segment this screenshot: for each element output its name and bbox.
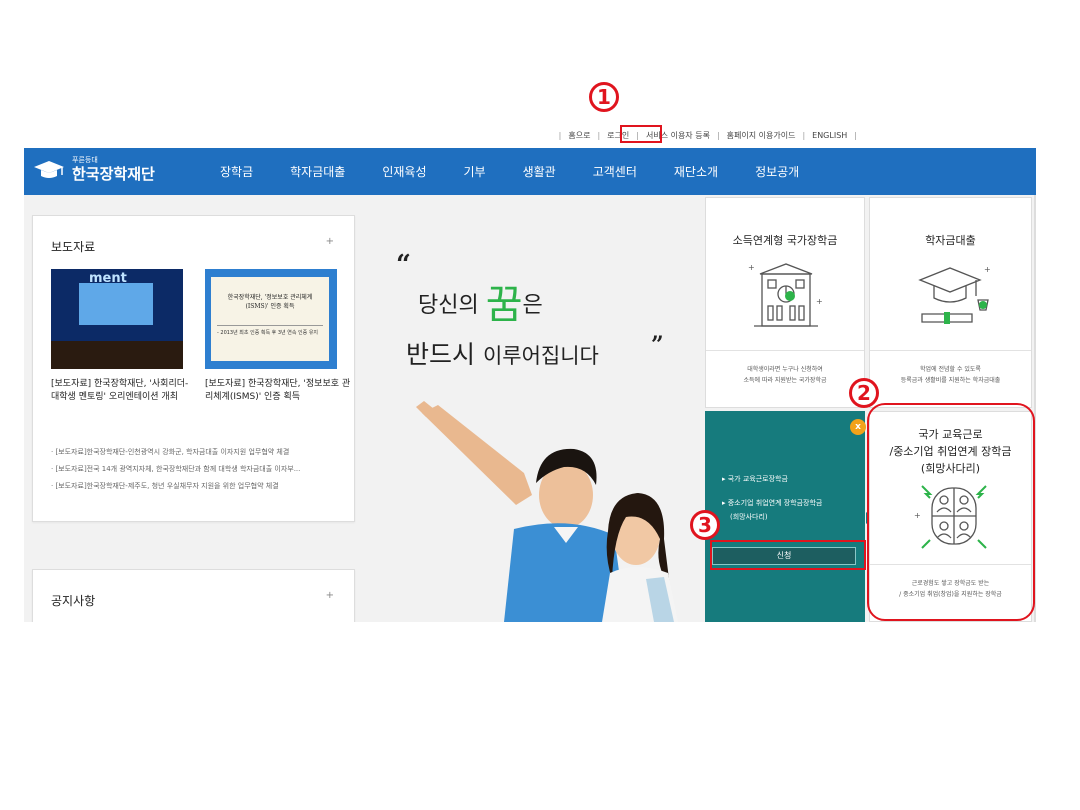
utility-bar: | 홈으로 | 로그인 | 서비스 이용자 등록 | 홈페이지 이용가이드 | …	[24, 124, 1036, 148]
hero-line-1-b: 은	[522, 293, 543, 318]
menu-info[interactable]: 정보공개	[755, 163, 799, 180]
sme-scholarship-sub: (희망사다리)	[730, 513, 768, 521]
work-study-link[interactable]: ▸ 국가 교육근로장학금	[722, 473, 788, 485]
svg-text:+: +	[748, 263, 755, 272]
annotation-hope-ladder-highlight	[867, 403, 1035, 621]
thumbnail-2-subtitle: - 2013년 최초 인증 획득 후 3년 연속 인증 유지	[217, 325, 323, 337]
press-release-title: 보도자료	[51, 240, 96, 254]
hero-line-2-a: 반드시	[406, 340, 483, 369]
notice-card: 공지사항 +	[32, 569, 355, 622]
main-nav: 푸른등대 한국장학재단 장학금 학자금대출 인재육성 기부 생활관 고객센터 재…	[24, 148, 1036, 195]
press-thumbnail-1[interactable]: ment	[51, 269, 183, 369]
press-release-card: 보도자료 + ment 한국장학재단, '정보보호 관리체계(ISMS)' 인증…	[32, 215, 355, 522]
school-building-icon: + +	[748, 263, 823, 327]
hero-line-1: 당신의 꿈은	[418, 272, 543, 330]
national-scholarship-desc-1: 대학생이라면 누구나 신청하여	[747, 366, 823, 373]
close-icon[interactable]: x	[850, 419, 866, 435]
annotation-3: 3	[690, 510, 720, 540]
svg-text:+: +	[816, 297, 823, 306]
graduation-loan-icon: +	[918, 265, 991, 324]
menu-talent[interactable]: 인재육성	[382, 163, 426, 180]
notice-title: 공지사항	[51, 594, 96, 608]
press-thumbnail-2[interactable]: 한국장학재단, '정보보호 관리체계(ISMS)' 인증 획득 - 2013년 …	[205, 269, 337, 369]
students-illustration	[416, 401, 678, 622]
press-caption-2[interactable]: [보도자료] 한국장학재단, '정보보호 관리체계(ISMS)' 인증 획득	[205, 378, 355, 404]
graduation-cap-icon	[34, 160, 64, 178]
list-item[interactable]: · [보도자료]전국 14개 광역지자체, 한국장학재단과 함께 대학생 학자금…	[51, 461, 351, 478]
menu-scholarship[interactable]: 장학금	[220, 163, 253, 180]
hero-dream-word: 꿈	[485, 282, 523, 328]
english-link[interactable]: ENGLISH	[812, 131, 847, 140]
menu-donation[interactable]: 기부	[464, 163, 486, 180]
quote-close-mark: ”	[651, 332, 664, 358]
national-scholarship-box[interactable]: 소득연계형 국가장학금 + + 대학생이라면 누구나 신청하여 소득에 따라 지…	[705, 197, 865, 408]
quote-open-mark: “	[396, 250, 411, 280]
logo-name: 한국장학재단	[72, 165, 155, 183]
thumbnail-stage	[51, 341, 183, 369]
annotation-1: 1	[589, 82, 619, 112]
thumbnail-paper: 한국장학재단, '정보보호 관리체계(ISMS)' 인증 획득 - 2013년 …	[211, 277, 329, 361]
press-release-more-button[interactable]: +	[326, 236, 334, 247]
annotation-apply-highlight	[710, 540, 866, 570]
logo[interactable]: 푸른등대 한국장학재단	[32, 156, 155, 183]
national-scholarship-desc-2: 소득에 따라 지원받는 국가장학금	[743, 377, 827, 384]
list-item[interactable]: · [보도자료]한국장학재단-제주도, 청년 우실채무자 지원을 위한 업무협약…	[51, 478, 351, 495]
hero-line-2-b: 이루어집니다	[482, 344, 599, 368]
work-study-panel: x ▸ 국가 교육근로장학금 ▸ 중소기업 취업연계 장학금장학금 (희망사다리…	[705, 411, 866, 622]
guide-link[interactable]: 홈페이지 이용가이드	[727, 130, 796, 141]
hero-banner: “ 당신의 꿈은 반드시 이루어집니다 ”	[364, 195, 704, 622]
student-loan-box[interactable]: 학자금대출 + 학업에 전념할 수 있도록 등록금과 생활비를 지원하는 학자금…	[869, 197, 1032, 408]
svg-text:+: +	[984, 265, 991, 274]
menu-dormitory[interactable]: 생활관	[523, 163, 556, 180]
menu-customer-center[interactable]: 고객센터	[593, 163, 637, 180]
hero-line-2: 반드시 이루어집니다	[406, 335, 599, 371]
student-loan-desc-2: 등록금과 생활비를 지원하는 학자금대출	[900, 377, 1001, 384]
sme-scholarship-link[interactable]: ▸ 중소기업 취업연계 장학금장학금	[722, 497, 822, 509]
logo-tagline: 푸른등대	[72, 156, 98, 164]
annotation-login-highlight	[620, 125, 662, 143]
menu-about[interactable]: 재단소개	[674, 163, 718, 180]
menu-loan[interactable]: 학자금대출	[290, 163, 345, 180]
thumbnail-2-title: 한국장학재단, '정보보호 관리체계(ISMS)' 인증 획득	[227, 294, 313, 310]
press-list: · [보도자료]한국장학재단-인천광역시 강화군, 학자금대출 이자지원 업무협…	[51, 444, 351, 495]
student-loan-desc-1: 학업에 전념할 수 있도록	[920, 366, 981, 373]
list-item[interactable]: · [보도자료]한국장학재단-인천광역시 강화군, 학자금대출 이자지원 업무협…	[51, 444, 351, 461]
notice-more-button[interactable]: +	[326, 590, 334, 601]
thumbnail-screen	[79, 283, 153, 325]
press-caption-1[interactable]: [보도자료] 한국장학재단, '사회리더-대학생 멘토링' 오리엔테이션 개최	[51, 378, 191, 404]
home-link[interactable]: 홈으로	[568, 130, 590, 141]
student-loan-title: 학자금대출	[925, 234, 976, 247]
annotation-2: 2	[849, 378, 879, 408]
national-scholarship-title: 소득연계형 국가장학금	[732, 234, 838, 247]
hero-line-1-a: 당신의	[418, 293, 486, 318]
menu-bar: 장학금 학자금대출 인재육성 기부 생활관 고객센터 재단소개 정보공개	[220, 163, 836, 180]
